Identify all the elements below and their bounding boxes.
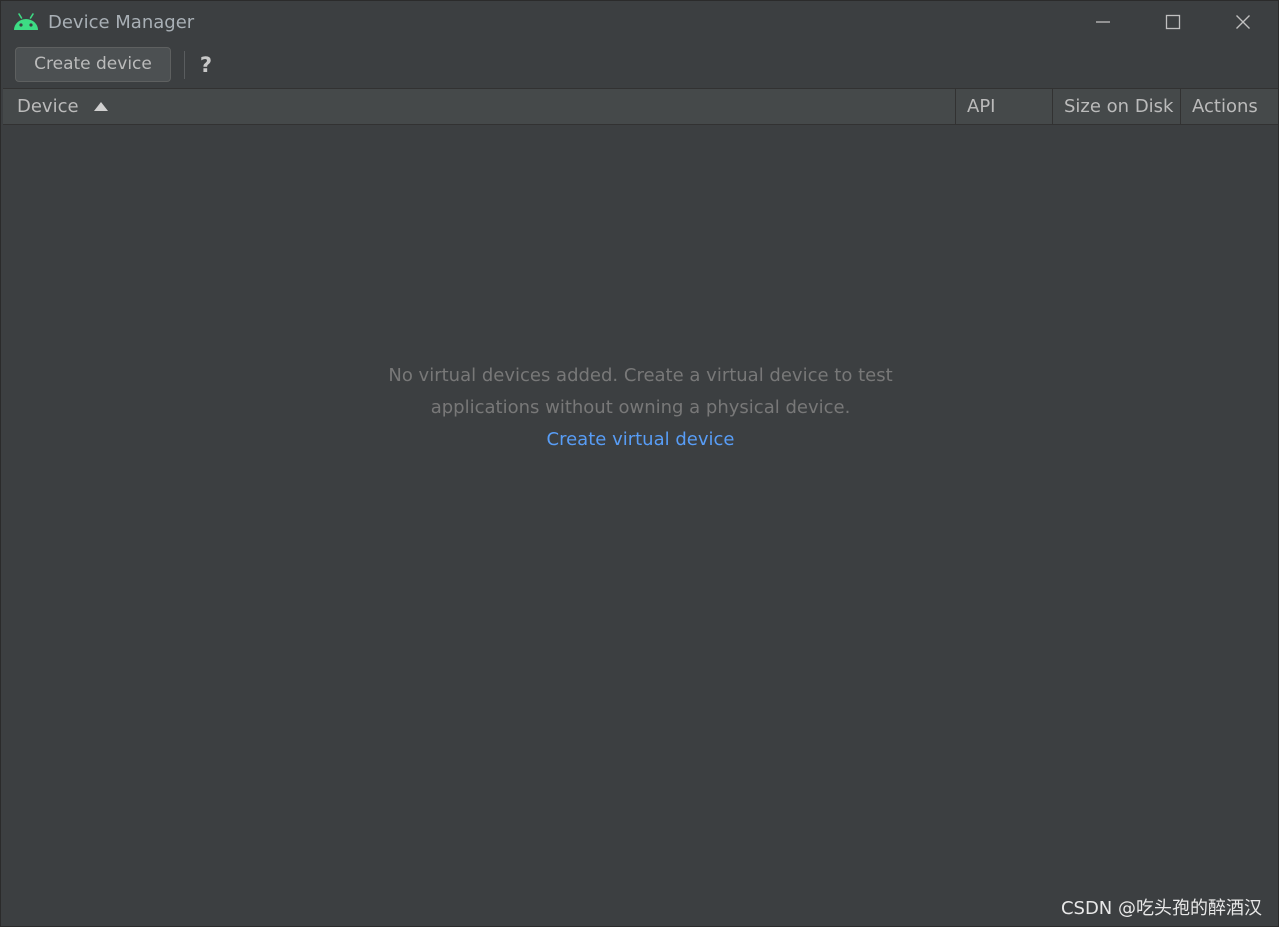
column-header-label: API bbox=[967, 96, 996, 117]
column-header-label: Actions bbox=[1192, 96, 1258, 117]
empty-state-line-1: No virtual devices added. Create a virtu… bbox=[388, 365, 893, 386]
toolbar-separator bbox=[184, 51, 185, 79]
column-header-device[interactable]: Device bbox=[3, 89, 956, 124]
maximize-button[interactable] bbox=[1150, 7, 1196, 37]
empty-state-line-2: applications without owning a physical d… bbox=[430, 397, 851, 418]
title-bar[interactable]: Device Manager bbox=[1, 1, 1278, 43]
column-header-label: Device bbox=[17, 96, 79, 117]
empty-state-message: No virtual devices added. Create a virtu… bbox=[3, 360, 1278, 424]
device-manager-window: Device Manager Create device ? Device AP… bbox=[0, 0, 1279, 927]
toolbar: Create device ? bbox=[1, 43, 1278, 88]
watermark: CSDN @吃头孢的醉酒汉 bbox=[1060, 898, 1262, 919]
minimize-button[interactable] bbox=[1080, 7, 1126, 37]
column-header-size-on-disk[interactable]: Size on Disk bbox=[1053, 89, 1181, 124]
create-virtual-device-link-row: Create virtual device bbox=[3, 427, 1278, 453]
create-virtual-device-link[interactable]: Create virtual device bbox=[547, 429, 735, 450]
column-header-label: Size on Disk bbox=[1064, 96, 1174, 117]
close-icon bbox=[1235, 14, 1251, 30]
android-icon bbox=[13, 12, 39, 32]
column-header-api[interactable]: API bbox=[956, 89, 1053, 124]
sort-ascending-icon bbox=[94, 88, 109, 123]
maximize-icon bbox=[1165, 14, 1181, 30]
minimize-icon bbox=[1095, 14, 1111, 30]
window-title: Device Manager bbox=[48, 12, 195, 33]
help-button[interactable]: ? bbox=[194, 51, 218, 79]
device-table-body: No virtual devices added. Create a virtu… bbox=[3, 125, 1278, 925]
table-header: Device API Size on Disk Actions bbox=[3, 88, 1278, 125]
close-button[interactable] bbox=[1220, 7, 1266, 37]
create-device-button[interactable]: Create device bbox=[15, 47, 171, 82]
column-header-actions[interactable]: Actions bbox=[1181, 89, 1278, 124]
